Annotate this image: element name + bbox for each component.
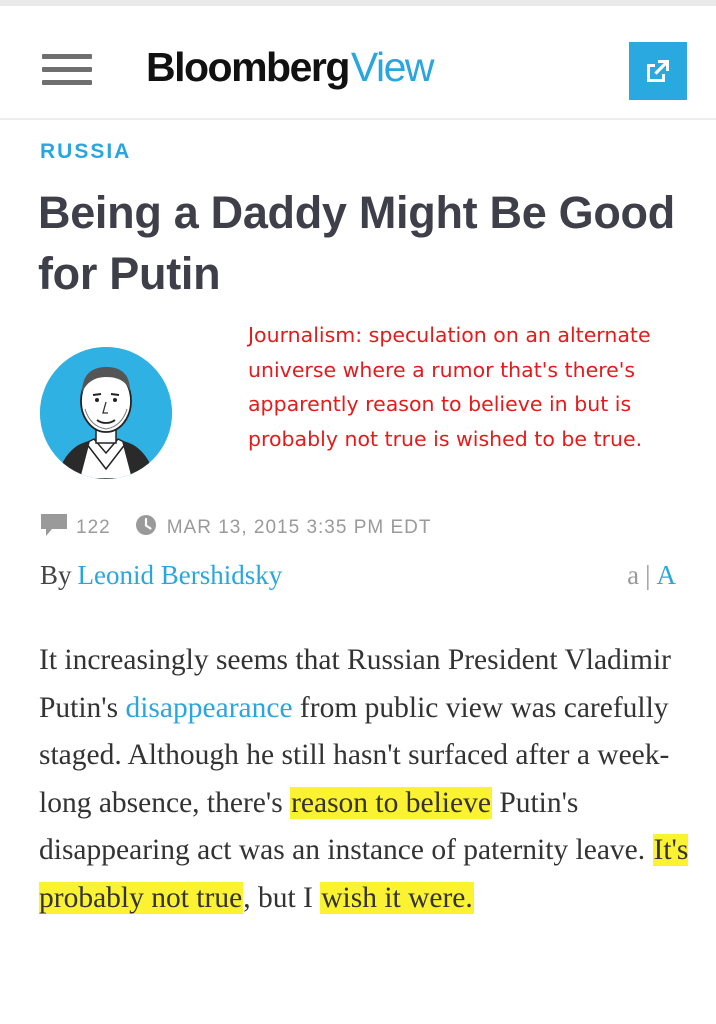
app-header: BloombergView [0,6,716,120]
annotation-text: Journalism: speculation on an alternate … [248,323,651,451]
article-meta: 122 MAR 13, 2015 3:35 PM EDT [40,513,431,543]
comment-count[interactable]: 122 [76,517,111,539]
section-label[interactable]: RUSSIA [40,140,131,164]
byline: By Leonid Bershidsky [40,560,282,591]
speech-bubble-icon[interactable] [40,513,68,543]
share-button[interactable] [629,42,687,100]
external-link-icon [647,60,669,82]
disappearance-link[interactable]: disappearance [125,692,292,724]
clock-icon [135,514,157,542]
publish-timestamp: MAR 13, 2015 3:35 PM EDT [166,517,432,538]
hamburger-menu-icon[interactable] [42,54,92,86]
highlighted-text: reason to believe [290,786,492,819]
logo-bloomberg: Bloomberg [146,44,350,90]
text-size-toggle: a | A [627,560,676,591]
logo-view: View [350,44,435,90]
article-body: It increasingly seems that Russian Presi… [39,637,689,922]
author-link[interactable]: Leonid Bershidsky [78,560,283,590]
byline-prefix: By [40,560,72,590]
author-avatar[interactable] [40,347,172,479]
body-text: , but I [243,881,321,914]
highlighted-text: wish it were. [320,881,474,914]
article-headline: Being a Daddy Might Be Good for Putin [38,187,675,299]
text-size-large-button[interactable]: A [657,560,677,590]
text-size-small-button[interactable]: a [627,560,639,590]
bloomberg-view-logo[interactable]: BloombergView [146,44,435,91]
text-size-separator: | [645,560,651,590]
author-portrait [40,347,172,479]
